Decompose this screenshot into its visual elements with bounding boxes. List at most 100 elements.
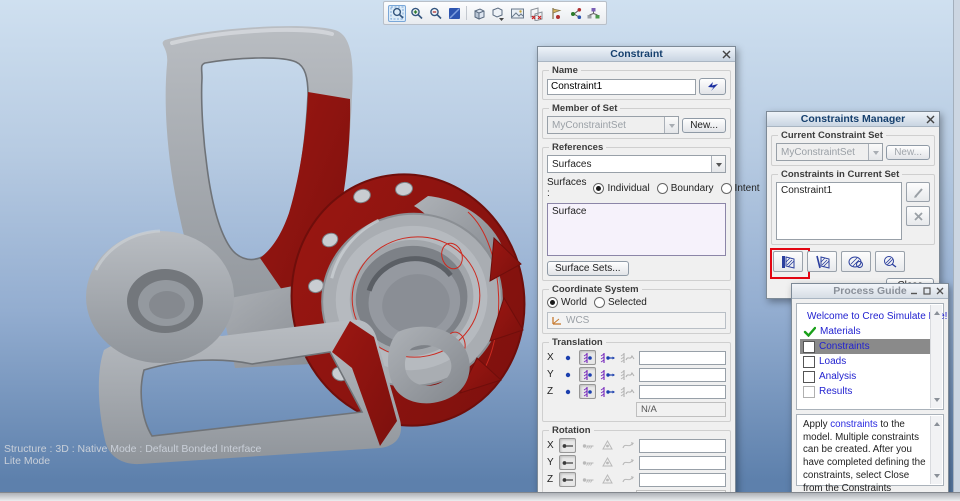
surface-constraint-icon[interactable] [770,248,810,279]
step-constraints[interactable]: Constraints [800,339,932,354]
intent-label[interactable]: Intent [735,183,760,194]
surface-list-item[interactable]: Surface [552,206,586,217]
translation-y-value-input[interactable] [639,367,726,382]
constraints-list[interactable]: Constraint1 [776,182,902,240]
translation-x-function-icon[interactable] [619,350,636,365]
translation-x-free-icon[interactable] [559,350,576,365]
maximize-icon[interactable] [921,285,933,296]
constraints-link[interactable]: constraints [830,419,877,430]
ball-constraint-icon[interactable] [875,251,905,272]
boundary-label[interactable]: Boundary [671,183,714,194]
world-label[interactable]: World [561,297,587,308]
rotation-z-prescribed-icon[interactable] [599,472,616,487]
constraints-manager-titlebar[interactable]: Constraints Manager [767,112,939,127]
saved-views-icon[interactable] [508,5,526,22]
step-loads[interactable]: Loads [803,354,929,369]
step-label[interactable]: Materials [820,326,861,337]
step-label[interactable]: Loads [819,356,846,367]
checkbox-icon[interactable] [803,340,815,353]
current-set-combobox[interactable]: MyConstraintSet [776,143,884,161]
step-analysis[interactable]: Analysis [803,369,929,384]
rotation-z-free-icon[interactable] [559,472,576,487]
constraint-name-input[interactable] [547,78,696,95]
rotation-y-free-icon[interactable] [559,455,576,470]
rotation-x-fixed-icon[interactable] [579,438,596,453]
rotation-z-fixed-icon[interactable] [579,472,596,487]
surface-sets-button[interactable]: Surface Sets... [547,261,629,276]
close-icon[interactable] [924,113,937,125]
rotation-z-value-input[interactable] [639,472,726,487]
translation-y-function-icon[interactable] [619,367,636,382]
world-radio[interactable] [547,297,558,308]
rotation-x-value-input[interactable] [639,438,726,453]
chevron-down-icon[interactable] [664,117,679,133]
boundary-radio[interactable] [656,182,668,194]
scrollbar[interactable] [930,416,942,484]
translation-y-prescribed-icon[interactable] [599,367,616,382]
new-set-button[interactable]: New... [682,117,726,133]
rotation-x-prescribed-icon[interactable] [599,438,616,453]
selected-label[interactable]: Selected [608,297,647,308]
display-style-icon[interactable] [489,5,507,22]
individual-label[interactable]: Individual [607,183,649,194]
individual-radio[interactable] [593,182,605,194]
process-guide-titlebar[interactable]: Process Guide [792,284,948,299]
pin-constraint-icon[interactable] [841,251,871,272]
wcs-field[interactable]: WCS [547,312,726,329]
scrollbar[interactable] [930,305,942,408]
translation-x-prescribed-icon[interactable] [599,350,616,365]
edit-constraint-icon[interactable] [906,182,930,202]
zoom-in-icon[interactable] [407,5,425,22]
chevron-down-icon[interactable] [868,144,883,160]
shaded-view-icon[interactable] [470,5,488,22]
new-set-button[interactable]: New... [886,144,930,160]
constraint-dialog-titlebar[interactable]: Constraint [538,47,735,62]
chevron-down-icon[interactable] [711,156,725,172]
rotation-y-prescribed-icon[interactable] [599,455,616,470]
translation-y-free-icon[interactable] [559,367,576,382]
step-materials[interactable]: Materials [803,324,929,339]
constraint-set-combobox[interactable]: MyConstraintSet [547,116,680,134]
translation-z-fixed-icon[interactable] [579,384,596,399]
rotation-y-fixed-icon[interactable] [579,455,596,470]
zoom-out-icon[interactable] [426,5,444,22]
distributed-name-icon[interactable] [699,78,726,95]
translation-z-value-input[interactable] [639,384,726,399]
constraint-list-item[interactable]: Constraint1 [781,185,832,196]
close-icon[interactable] [720,48,733,60]
selected-radio[interactable] [593,297,605,308]
process-steps-list[interactable]: Welcome to Creo Simulate Lite! Materials… [796,303,947,410]
rotation-z-function-icon[interactable] [619,472,636,487]
repaint-icon[interactable] [445,5,463,22]
translation-x-fixed-icon[interactable] [579,350,596,365]
translation-x-value-input[interactable] [639,350,726,365]
spin-center-icon[interactable] [565,5,583,22]
translation-z-free-icon[interactable] [559,384,576,399]
minimize-icon[interactable] [908,285,920,296]
rotation-y-value-input[interactable] [639,455,726,470]
references-combobox[interactable]: Surfaces [547,155,726,173]
step-label[interactable]: Results [819,386,852,397]
annotation-display-icon[interactable] [546,5,564,22]
rotation-y-function-icon[interactable] [619,455,636,470]
edge-constraint-icon[interactable] [807,251,837,272]
zoom-region-icon[interactable] [388,4,406,22]
translation-y-fixed-icon[interactable] [579,367,596,382]
step-welcome[interactable]: Welcome to Creo Simulate Lite! [803,309,947,324]
surface-reference-list[interactable]: Surface [547,203,726,256]
step-label[interactable]: Welcome to Creo Simulate Lite! [807,311,947,322]
checkbox-icon[interactable] [803,370,815,383]
step-label[interactable]: Constraints [819,341,870,352]
step-results[interactable]: Results [803,384,929,399]
intent-radio[interactable] [720,182,732,194]
translation-z-function-icon[interactable] [619,384,636,399]
step-label[interactable]: Analysis [819,371,856,382]
checkbox-icon[interactable] [803,355,815,368]
delete-constraint-icon[interactable] [906,206,930,226]
datum-display-icon[interactable] [527,5,545,22]
rotation-x-free-icon[interactable] [559,438,576,453]
rotation-x-function-icon[interactable] [619,438,636,453]
translation-z-prescribed-icon[interactable] [599,384,616,399]
simulation-display-icon[interactable] [584,5,602,22]
close-icon[interactable] [934,285,946,296]
